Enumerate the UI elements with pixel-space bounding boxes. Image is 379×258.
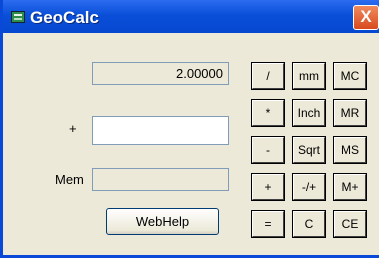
- inch-button[interactable]: Inch: [292, 99, 326, 127]
- result-display: 2.00000: [92, 62, 229, 85]
- calculator-app-icon[interactable]: [11, 11, 25, 23]
- memory-clear-button[interactable]: MC: [333, 62, 367, 90]
- close-icon: X: [360, 7, 372, 26]
- memory-add-button[interactable]: M+: [333, 173, 367, 201]
- equals-button[interactable]: =: [251, 210, 285, 238]
- memory-display: [92, 168, 229, 191]
- negate-button[interactable]: -/+: [292, 173, 326, 201]
- window-title: GeoCalc: [30, 8, 99, 27]
- title-bar[interactable]: GeoCalc X: [3, 0, 379, 33]
- subtract-button[interactable]: -: [251, 136, 285, 164]
- memory-recall-button[interactable]: MR: [333, 99, 367, 127]
- memory-label: Mem: [55, 172, 84, 187]
- clear-entry-button[interactable]: CE: [333, 210, 367, 238]
- add-button[interactable]: +: [251, 173, 285, 201]
- close-button[interactable]: X: [353, 5, 379, 30]
- divide-button[interactable]: /: [251, 62, 285, 90]
- clear-button[interactable]: C: [292, 210, 326, 238]
- operation-indicator: +: [69, 121, 77, 136]
- geocalc-window: GeoCalc X 2.00000 + Mem WebHelp / mm MC …: [0, 0, 379, 258]
- keypad: / mm MC * Inch MR - Sqrt MS + -/+ M+ = C…: [251, 62, 367, 238]
- multiply-button[interactable]: *: [251, 99, 285, 127]
- sqrt-button[interactable]: Sqrt: [292, 136, 326, 164]
- mm-button[interactable]: mm: [292, 62, 326, 90]
- number-entry-input[interactable]: [92, 116, 229, 145]
- memory-store-button[interactable]: MS: [333, 136, 367, 164]
- webhelp-button[interactable]: WebHelp: [106, 208, 219, 235]
